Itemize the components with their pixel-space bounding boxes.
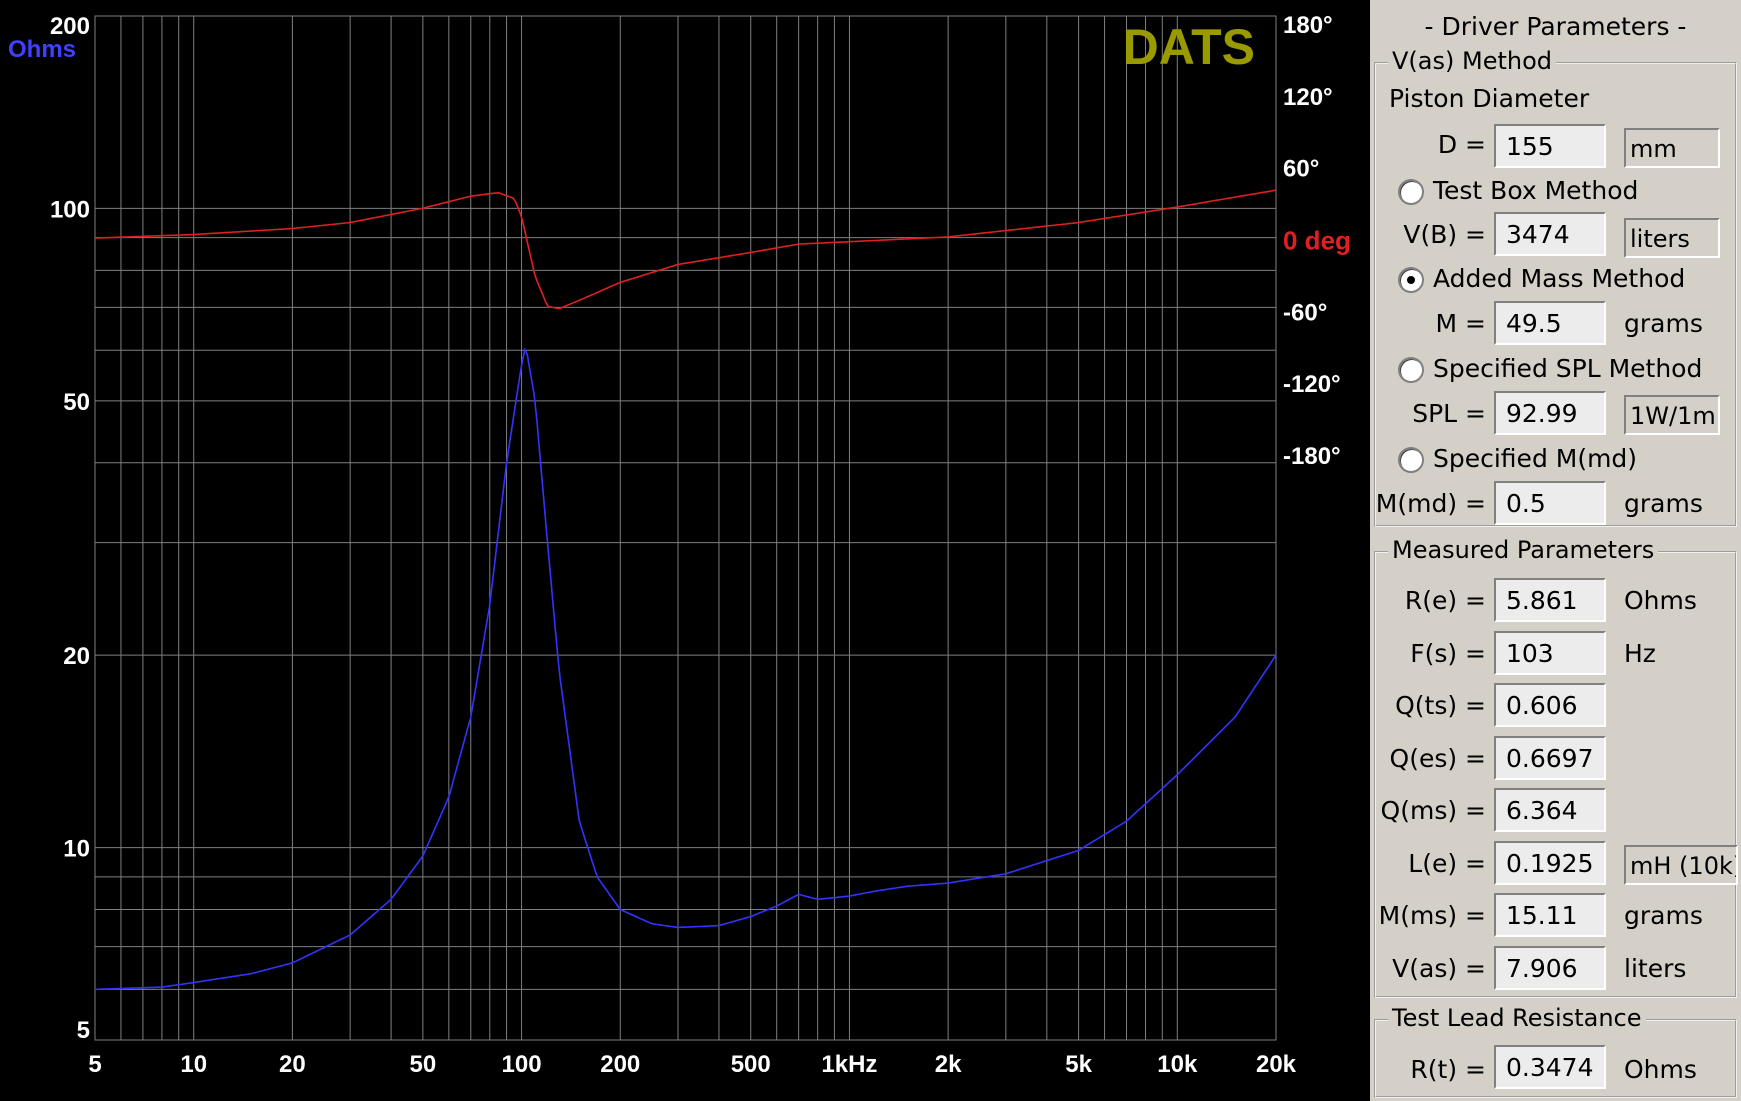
measured-value-field[interactable]: 5.861 (1494, 578, 1606, 622)
test-box-label[interactable]: Test Box Method (1433, 176, 1638, 205)
spl-label: SPL = (1412, 399, 1486, 428)
added-mass-input[interactable]: 49.5 (1494, 301, 1606, 345)
y-right-tick-label: -120° (1283, 371, 1341, 398)
piston-diameter-input[interactable]: 155 (1494, 124, 1606, 168)
measured-unit: grams (1624, 901, 1703, 930)
measured-label: V(as) = (1392, 954, 1486, 983)
rt-label: R(t) = (1410, 1055, 1486, 1084)
x-tick-label: 5 (88, 1051, 101, 1078)
spl-unit-box[interactable]: 1W/1m (1624, 395, 1720, 435)
piston-diameter-label: Piston Diameter (1389, 84, 1590, 113)
impedance-plot: 5 10 20 50 100 200 500 1kHz 2k 5k 10k 20k 200 100 50 20… (0, 0, 1370, 1101)
measured-parameters-title: Measured Parameters (1388, 536, 1659, 564)
vb-label: V(B) = (1403, 220, 1486, 249)
y-left-tick-label: 100 (50, 196, 90, 223)
x-tick-label: 500 (731, 1051, 771, 1078)
vb-input[interactable]: 3474 (1494, 212, 1606, 256)
measured-unit[interactable]: mH (10k) (1624, 845, 1738, 885)
measured-unit: Hz (1624, 639, 1656, 668)
measured-value-field[interactable]: 0.606 (1494, 683, 1606, 727)
measured-label: Q(ts) = (1395, 691, 1486, 720)
vb-unit-box[interactable]: liters (1624, 218, 1720, 258)
measured-label: M(ms) = (1378, 901, 1486, 930)
y-left-tick-label: 5 (77, 1017, 90, 1044)
mmd-unit: grams (1624, 489, 1703, 518)
y-right-tick-label: 180° (1283, 12, 1333, 39)
y-left-tick-label: 50 (63, 389, 90, 416)
x-tick-label: 2k (935, 1051, 962, 1078)
y-right-tick-label: 120° (1283, 84, 1333, 111)
plot-svg: 5 10 20 50 100 200 500 1kHz 2k 5k 10k 20k2001005020… (8, 12, 1351, 1078)
mmd-method-label[interactable]: Specified M(md) (1433, 444, 1637, 473)
spl-method-radio[interactable] (1398, 357, 1424, 383)
x-tick-label: 100 (502, 1051, 542, 1078)
rt-input[interactable]: 0.3474 (1494, 1045, 1606, 1089)
y-right-tick-label: -60° (1283, 299, 1327, 326)
measured-label: R(e) = (1404, 586, 1486, 615)
d-unit-box[interactable]: mm (1624, 128, 1720, 168)
m-unit: grams (1624, 309, 1703, 338)
measured-value-field[interactable]: 103 (1494, 631, 1606, 675)
test-lead-title: Test Lead Resistance (1388, 1004, 1646, 1032)
measured-label: F(s) = (1410, 639, 1486, 668)
measured-value-field[interactable]: 0.6697 (1494, 736, 1606, 780)
deg-unit-label: 0 deg (1283, 226, 1351, 256)
mmd-input[interactable]: 0.5 (1494, 481, 1606, 525)
added-mass-radio[interactable] (1398, 267, 1424, 293)
measured-value-field[interactable]: 0.1925 (1494, 841, 1606, 885)
dats-logo: DATS (1123, 19, 1255, 75)
measured-value-field[interactable]: 15.11 (1494, 893, 1606, 937)
driver-parameters-panel: - Driver Parameters - V(as) Method Pisto… (1370, 0, 1741, 1101)
x-tick-label: 200 (600, 1051, 640, 1078)
y-left-tick-label: 10 (63, 836, 90, 863)
x-tick-label: 20 (279, 1051, 306, 1078)
x-tick-label: 10 (180, 1051, 207, 1078)
y-left-tick-label: 20 (63, 643, 90, 670)
spl-input[interactable]: 92.99 (1494, 391, 1606, 435)
vas-method-title: V(as) Method (1388, 47, 1556, 75)
measured-label: Q(ms) = (1380, 796, 1486, 825)
m-label: M = (1435, 309, 1486, 338)
panel-title: - Driver Parameters - (1424, 12, 1687, 41)
y-right-tick-label: 60° (1283, 156, 1319, 183)
x-tick-label: 50 (410, 1051, 437, 1078)
added-mass-label[interactable]: Added Mass Method (1433, 264, 1685, 293)
x-tick-label: 10k (1157, 1051, 1198, 1078)
plot-frame (94, 15, 1277, 1041)
measured-label: Q(es) = (1389, 744, 1486, 773)
ohms-unit-label: Ohms (8, 36, 76, 63)
measured-value-field[interactable]: 7.906 (1494, 946, 1606, 990)
measured-unit: liters (1624, 954, 1687, 983)
test-box-radio[interactable] (1398, 179, 1424, 205)
spl-method-label[interactable]: Specified SPL Method (1433, 354, 1702, 383)
d-label: D = (1437, 130, 1486, 159)
impedance-curve (94, 347, 1277, 991)
measured-value-field[interactable]: 6.364 (1494, 788, 1606, 832)
x-tick-label: 5k (1065, 1051, 1092, 1078)
y-right-tick-label: -180° (1283, 443, 1341, 470)
measured-unit: Ohms (1624, 586, 1697, 615)
rt-unit: Ohms (1624, 1055, 1697, 1084)
mmd-label: M(md) = (1375, 489, 1486, 518)
x-tick-label: 20k (1256, 1051, 1297, 1078)
mmd-method-radio[interactable] (1398, 447, 1424, 473)
measured-label: L(e) = (1408, 849, 1486, 878)
x-tick-label: 1kHz (821, 1051, 877, 1078)
